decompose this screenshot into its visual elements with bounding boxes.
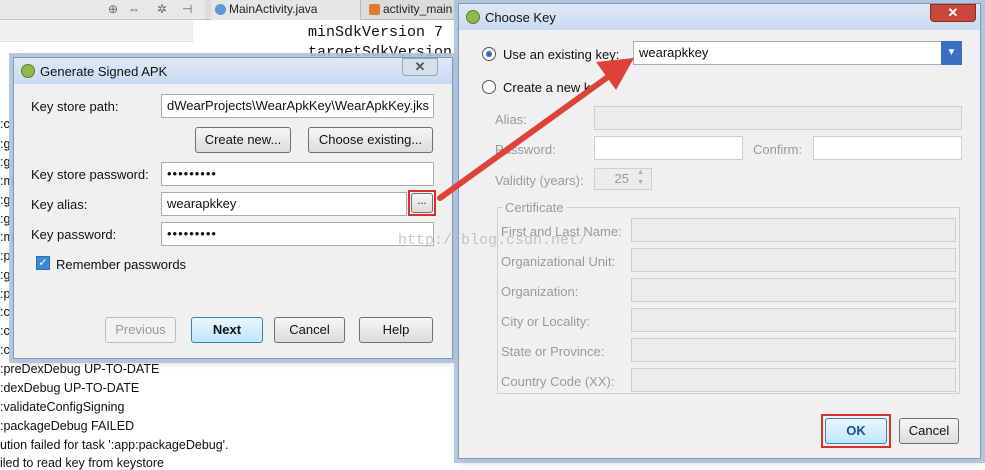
arrowhead-icon [596,58,634,90]
watermark-text: http://blog.csdn.net/ [398,232,588,249]
arrow-shaft [437,71,615,201]
